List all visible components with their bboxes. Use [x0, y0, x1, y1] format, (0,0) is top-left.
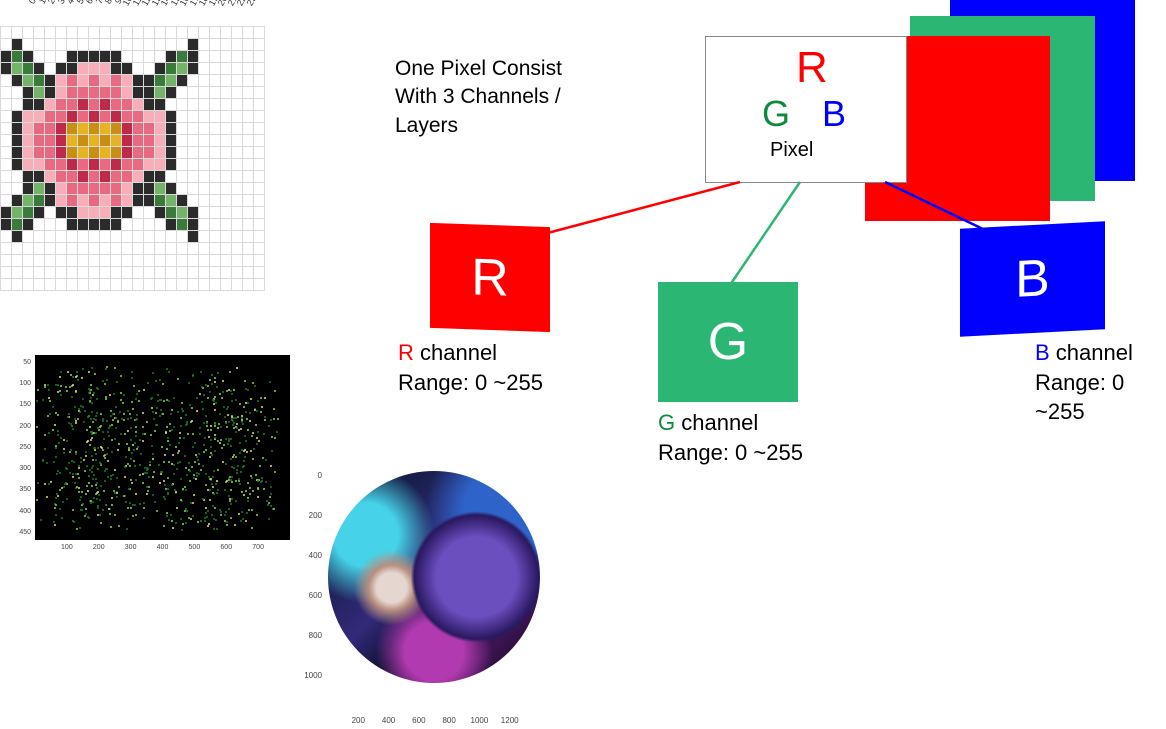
pixel-box-r: R: [796, 43, 828, 93]
pixel-art-flower: 01234567891011121314151617181920212223: [0, 0, 265, 325]
b-channel-name: B: [1035, 340, 1050, 365]
explanation-line-2: With 3 Channels /: [395, 83, 625, 111]
g-channel-name: G: [658, 410, 675, 435]
r-channel-range: Range: 0 ~255: [398, 370, 543, 395]
b-channel-letter: B: [1015, 248, 1050, 310]
r-channel-letter: R: [471, 247, 509, 308]
explanation-text: One Pixel Consist With 3 Channels / Laye…: [395, 55, 625, 140]
scatter-dots: [35, 355, 290, 540]
r-channel-label: R channel Range: 0 ~255: [398, 338, 543, 397]
pixel-box-b: B: [822, 93, 846, 135]
b-channel-suffix: channel: [1050, 340, 1133, 365]
pixel-art-grid: [0, 26, 265, 291]
r-channel-box: R: [430, 223, 550, 332]
r-channel-name: R: [398, 340, 414, 365]
circular-image-content: [328, 471, 540, 683]
scatter-y-ticks: 50100150200250300350400450: [0, 355, 33, 540]
g-channel-box: G: [658, 282, 798, 402]
pixel-box-label: Pixel: [770, 139, 813, 162]
scatter-plot: 50100150200250300350400450 1002003004005…: [0, 350, 295, 560]
rgb-layer-stack: R G B Pixel: [725, 0, 1165, 230]
r-channel-suffix: channel: [414, 340, 497, 365]
b-channel-label: B channel Range: 0 ~255: [1035, 338, 1166, 427]
b-channel-box: B: [960, 221, 1105, 337]
g-channel-letter: G: [708, 312, 748, 372]
pixel-box-g: G: [762, 93, 790, 135]
scatter-plot-area: [35, 355, 290, 540]
g-channel-suffix: channel: [675, 410, 758, 435]
explanation-line-1: One Pixel Consist: [395, 55, 625, 83]
explanation-line-3: Layers: [395, 112, 625, 140]
scatter-x-ticks: 100200300400500600700: [35, 544, 290, 558]
pixel-grid-column-labels: 01234567891011121314151617181920212223: [30, 0, 258, 10]
g-channel-range: Range: 0 ~255: [658, 440, 803, 465]
circular-image-plot: 0200400600800100020040060080010001200: [300, 465, 545, 725]
b-channel-range: Range: 0 ~255: [1035, 370, 1124, 425]
pixel-box: R G B Pixel: [705, 36, 907, 183]
g-channel-label: G channel Range: 0 ~255: [658, 408, 803, 467]
